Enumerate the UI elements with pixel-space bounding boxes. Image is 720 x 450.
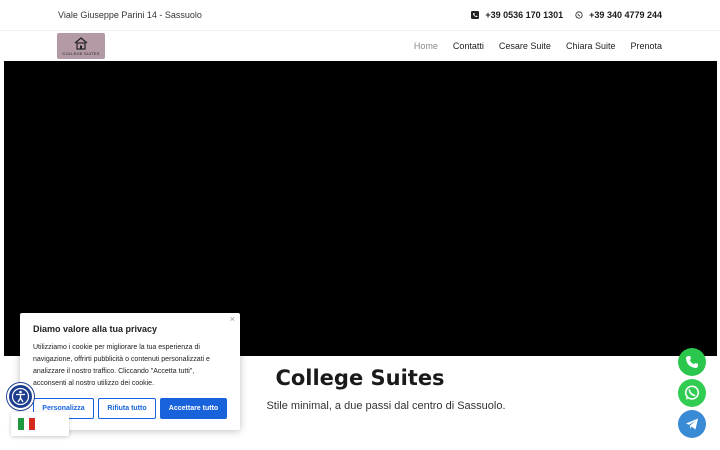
accessibility-button[interactable] (7, 383, 34, 410)
phone-number-2: +39 340 4779 244 (589, 10, 662, 20)
address-text: Viale Giuseppe Parini 14 - Sassuolo (58, 10, 202, 20)
nav-item-prenota[interactable]: Prenota (630, 41, 662, 51)
call-button[interactable] (678, 348, 706, 376)
cookie-description: Utilizziamo i cookie per migliorare la t… (33, 344, 210, 387)
top-bar: Viale Giuseppe Parini 14 - Sassuolo +39 … (0, 0, 720, 31)
main-nav: COLLEGE SUITES Home Contatti Cesare Suit… (0, 31, 720, 61)
phone-link-2[interactable]: +39 340 4779 244 (575, 10, 662, 20)
telegram-button[interactable] (678, 410, 706, 438)
nav-item-contatti[interactable]: Contatti (453, 41, 484, 51)
italian-flag-icon (18, 418, 36, 430)
house-icon (74, 36, 88, 50)
accept-all-button[interactable]: Accettare tutto (160, 398, 227, 419)
phone-number-1: +39 0536 170 1301 (485, 10, 564, 20)
logo-text: COLLEGE SUITES (62, 50, 100, 56)
phone-link-1[interactable]: +39 0536 170 1301 (471, 10, 563, 20)
phone-links: +39 0536 170 1301 +39 340 4779 244 (471, 10, 662, 20)
telegram-icon (686, 418, 698, 430)
nav-menu: Home Contatti Cesare Suite Chiara Suite … (414, 41, 662, 51)
accessibility-icon (11, 387, 30, 406)
whatsapp-button[interactable] (678, 379, 706, 407)
nav-item-chiara-suite[interactable]: Chiara Suite (566, 41, 616, 51)
language-selector[interactable] (11, 412, 69, 436)
reject-all-button[interactable]: Rifiuta tutto (98, 398, 156, 419)
whatsapp-icon (684, 385, 700, 400)
site-logo[interactable]: COLLEGE SUITES (57, 33, 105, 59)
whatsapp-icon (575, 11, 583, 19)
close-icon[interactable]: × (230, 314, 235, 324)
nav-item-cesare-suite[interactable]: Cesare Suite (499, 41, 551, 51)
phone-icon (471, 11, 480, 19)
nav-item-home[interactable]: Home (414, 41, 438, 51)
phone-icon (686, 356, 698, 368)
cookie-title: Diamo valore alla tua privacy (33, 324, 158, 334)
hero-video[interactable] (4, 61, 717, 356)
